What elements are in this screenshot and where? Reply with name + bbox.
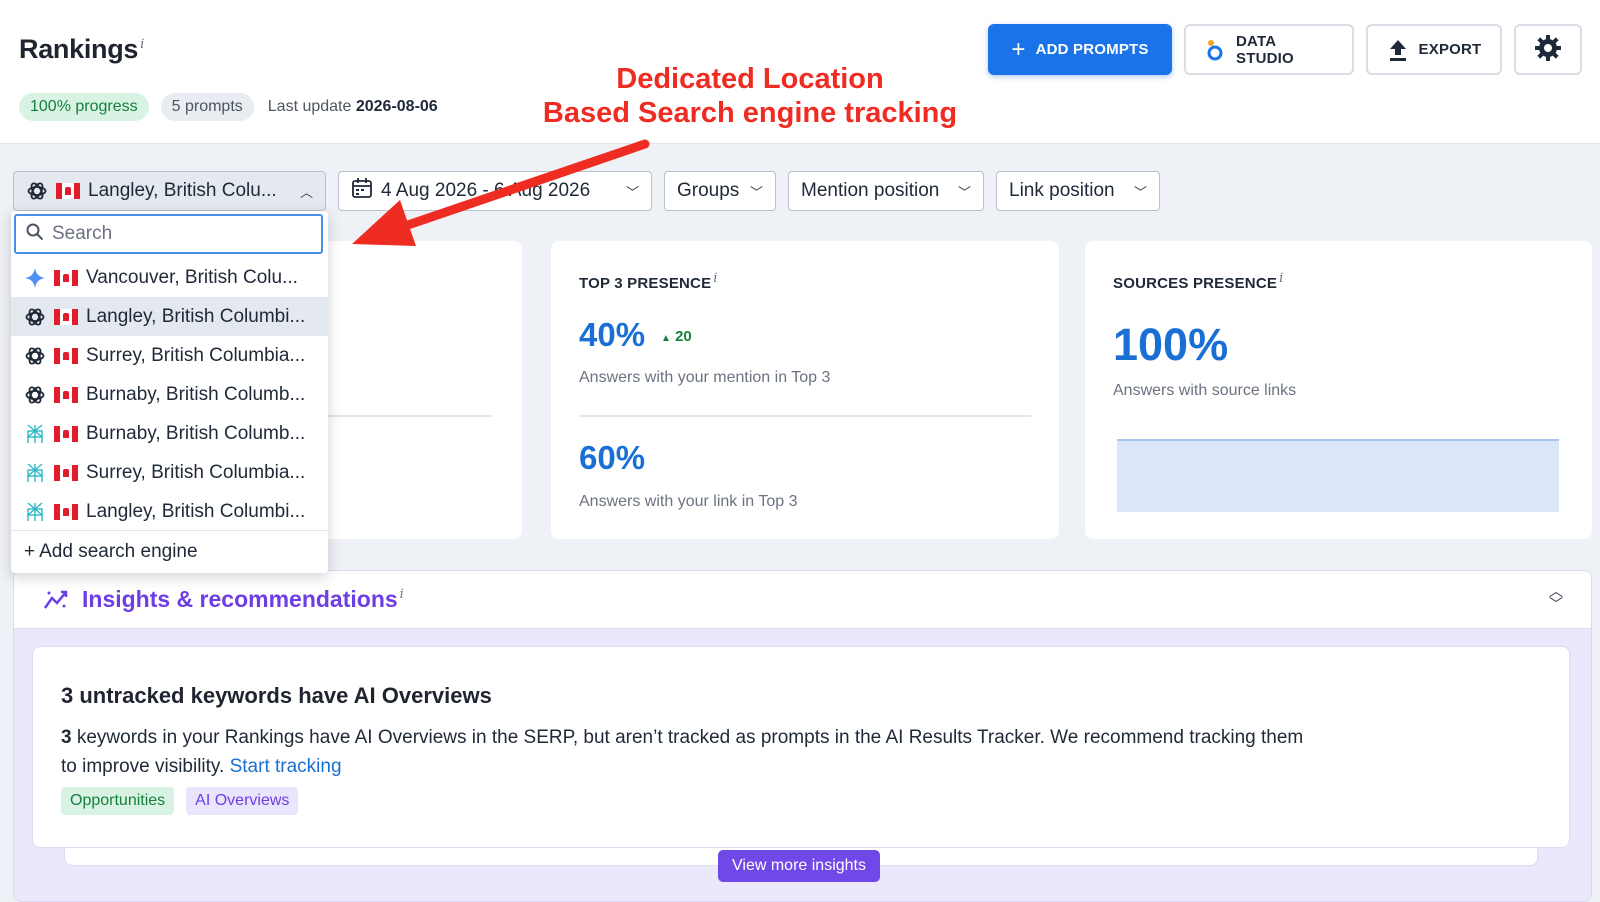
link-top3-caption: Answers with your link in Top 3 bbox=[579, 493, 798, 510]
add-prompts-button[interactable]: + ADD PROMPTS bbox=[988, 24, 1172, 75]
mention-top3-value: 40% bbox=[579, 316, 646, 353]
search-engine-select[interactable]: Langley, British Colu... ︿ bbox=[13, 171, 326, 211]
search-input[interactable] bbox=[52, 223, 302, 245]
canada-flag-icon bbox=[54, 464, 78, 481]
insight-tags: Opportunities AI Overviews bbox=[61, 787, 299, 815]
card-divider bbox=[579, 415, 1031, 417]
search-engine-dropdown: Vancouver, British Colu... Langley, Brit… bbox=[11, 211, 328, 573]
sources-presence-card: SOURCES PRESENCE i 100% Answers with sour… bbox=[1085, 241, 1592, 539]
insights-header[interactable]: Insights & recommendations i ︿ ﹀ bbox=[14, 571, 1591, 629]
engine-option[interactable]: Surrey, British Columbia... bbox=[11, 453, 328, 492]
filter-bar: Langley, British Colu... ︿ 4 Aug 2026 - … bbox=[13, 171, 1160, 211]
info-icon[interactable]: i bbox=[140, 37, 144, 52]
engine-option[interactable]: Burnaby, British Columb... bbox=[11, 414, 328, 453]
search-icon bbox=[26, 223, 44, 246]
gemini-icon bbox=[24, 267, 46, 289]
insight-card: 3 untracked keywords have AI Overviews 3… bbox=[32, 646, 1570, 848]
plus-icon: + bbox=[24, 541, 36, 562]
insights-title: Insights & recommendations i bbox=[82, 586, 404, 612]
date-range-select[interactable]: 4 Aug 2026 - 6 Aug 2026 ﹀ bbox=[338, 171, 652, 211]
start-tracking-link[interactable]: Start tracking bbox=[230, 756, 342, 777]
trend-icon bbox=[43, 589, 70, 616]
canada-flag-icon bbox=[56, 183, 80, 199]
expand-collapse-icon[interactable]: ︿ ﹀ bbox=[1549, 584, 1563, 611]
sources-caption: Answers with source links bbox=[1113, 382, 1297, 399]
page-title: Rankings i bbox=[19, 34, 144, 64]
engine-option[interactable]: Langley, British Columbi... bbox=[11, 492, 328, 531]
groups-select[interactable]: Groups ﹀ bbox=[664, 171, 776, 211]
perplexity-icon bbox=[24, 423, 46, 445]
engine-list: Vancouver, British Colu... Langley, Brit… bbox=[11, 258, 328, 531]
chatgpt-icon bbox=[24, 345, 46, 367]
tag-ai-overviews: AI Overviews bbox=[186, 787, 299, 815]
chevron-down-icon: ﹀ bbox=[957, 184, 971, 200]
link-position-select[interactable]: Link position ﹀ bbox=[996, 171, 1160, 211]
canada-flag-icon bbox=[54, 347, 78, 364]
canada-flag-icon bbox=[54, 386, 78, 403]
status-badges: 100% progress 5 prompts Last update 2026… bbox=[19, 93, 438, 121]
prompts-badge: 5 prompts bbox=[160, 93, 254, 121]
last-update: Last update 2026-08-06 bbox=[267, 98, 438, 115]
top-actions: + ADD PROMPTS DATA STUDIO EXPORT bbox=[988, 24, 1582, 75]
canada-flag-icon bbox=[54, 269, 78, 286]
chevron-down-icon: ﹀ bbox=[1133, 184, 1147, 200]
card-title: SOURCES PRESENCE i bbox=[1113, 271, 1284, 292]
export-button[interactable]: EXPORT bbox=[1366, 24, 1502, 75]
canada-flag-icon bbox=[54, 308, 78, 325]
info-icon[interactable]: i bbox=[713, 271, 717, 286]
chatgpt-icon bbox=[24, 384, 46, 406]
annotation-callout: Dedicated Location Based Search engine t… bbox=[542, 63, 958, 129]
insight-text: 3 keywords in your Rankings have AI Over… bbox=[61, 727, 1304, 777]
engine-option[interactable]: Surrey, British Columbia... bbox=[11, 336, 328, 375]
data-studio-button[interactable]: DATA STUDIO bbox=[1184, 24, 1354, 75]
chevron-down-icon: ﹀ bbox=[625, 184, 639, 200]
chatgpt-icon bbox=[24, 306, 46, 328]
sources-area-chart bbox=[1117, 439, 1559, 512]
calendar-icon bbox=[351, 177, 373, 205]
sources-value: 100% bbox=[1113, 319, 1229, 370]
mention-position-select[interactable]: Mention position ﹀ bbox=[788, 171, 984, 211]
insights-panel: Insights & recommendations i ︿ ﹀ 3 untrack… bbox=[13, 570, 1592, 902]
perplexity-icon bbox=[24, 501, 46, 523]
data-studio-icon bbox=[1204, 39, 1226, 61]
engine-option[interactable]: Burnaby, British Columb... bbox=[11, 375, 328, 414]
progress-badge: 100% progress bbox=[19, 93, 149, 121]
plus-icon: + bbox=[1011, 35, 1026, 63]
upload-icon bbox=[1387, 39, 1409, 61]
info-icon[interactable]: i bbox=[400, 587, 404, 602]
view-more-insights-button[interactable]: View more insights bbox=[718, 850, 880, 882]
link-top3-value: 60% bbox=[579, 439, 646, 476]
mention-delta: ▲ 20 bbox=[661, 328, 692, 345]
canada-flag-icon bbox=[54, 425, 78, 442]
chevron-up-icon: ︿ bbox=[299, 184, 313, 200]
engine-option-selected[interactable]: Langley, British Columbi... bbox=[11, 297, 328, 336]
chatgpt-icon bbox=[26, 180, 48, 202]
dropdown-search bbox=[14, 214, 323, 254]
top3-presence-card: TOP 3 PRESENCE i 40% ▲ 20 Answers with yo… bbox=[551, 241, 1059, 539]
card-title: TOP 3 PRESENCE i bbox=[579, 271, 718, 292]
tag-opportunities: Opportunities bbox=[61, 787, 175, 815]
engine-option[interactable]: Vancouver, British Colu... bbox=[11, 258, 328, 297]
triangle-up-icon: ▲ bbox=[661, 333, 671, 344]
info-icon[interactable]: i bbox=[1279, 271, 1283, 286]
mention-top3-caption: Answers with your mention in Top 3 bbox=[579, 369, 831, 386]
chevron-down-icon: ﹀ bbox=[749, 184, 763, 200]
insight-title: 3 untracked keywords have AI Overviews bbox=[61, 683, 492, 708]
canada-flag-icon bbox=[54, 503, 78, 520]
gear-icon bbox=[1534, 34, 1562, 66]
add-search-engine-button[interactable]: + Add search engine bbox=[11, 530, 328, 573]
perplexity-icon bbox=[24, 462, 46, 484]
settings-button[interactable] bbox=[1514, 24, 1582, 75]
